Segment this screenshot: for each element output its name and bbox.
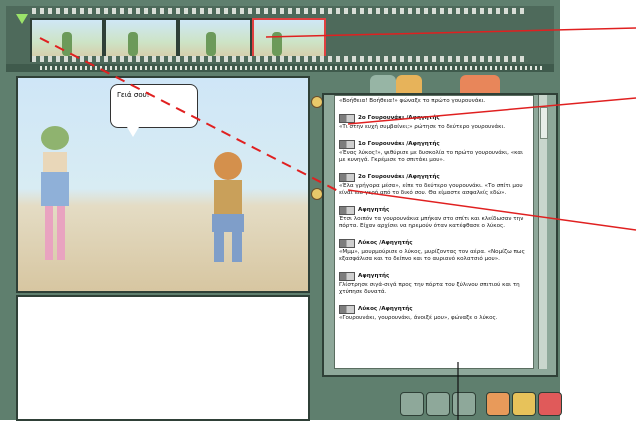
scene-stage[interactable]: Γειά σου!: [16, 76, 310, 293]
story-entry[interactable]: Λύκος /Αφηγητής «Μμμ», μουρμούρισε ο λύκ…: [339, 239, 529, 263]
story-entry[interactable]: 2ο Γουρουνάκι /Αφηγητής «Έλα γρήγορα μέσ…: [339, 173, 529, 197]
speaker-icon[interactable]: [339, 206, 355, 215]
story-entry-text: «Ένας λύκος!», ψιθύρισε με δυσκολία το π…: [339, 150, 523, 163]
speaker-icon[interactable]: [339, 140, 355, 149]
story-entry[interactable]: Αφηγητής Γλίστρησε σιγά-σιγά προς την πό…: [339, 272, 529, 296]
speech-bubble[interactable]: Γειά σου!: [110, 84, 198, 137]
story-entry[interactable]: «Βοήθεια! Βοήθεια!» φώναξε το πρώτο γουρ…: [339, 98, 529, 105]
story-entry-text: «Έλα γρήγορα μέσα», είπε το δεύτερο γουρ…: [339, 183, 523, 196]
speech-bubble-text: Γειά σου!: [117, 91, 150, 99]
story-entry-title: 2ο Γουρουνάκι /Αφηγητής: [358, 174, 440, 180]
speaker-icon[interactable]: [339, 305, 355, 314]
story-entry-text: «Γουρουνάκι, γουρουνάκι, άνοιξέ μου», φώ…: [339, 315, 498, 321]
story-entry[interactable]: Λύκος /Αφηγητής «Γουρουνάκι, γουρουνάκι,…: [339, 305, 529, 322]
filmstrip-perforation-top: [32, 8, 524, 14]
story-entry-text: «Βοήθεια! Βοήθεια!» φώναξε το πρώτο γουρ…: [339, 98, 486, 104]
story-entry[interactable]: 2ο Γουρουνάκι /Αφηγητής «Τι στην ευχή συ…: [339, 114, 529, 131]
story-entry-title: 1ο Γουρουνάκι /Αφηγητής: [358, 141, 440, 147]
tab-folder[interactable]: [396, 75, 422, 93]
stage-side-controls: [310, 76, 323, 289]
speaker-icon[interactable]: [339, 239, 355, 248]
scroll-thumb[interactable]: [540, 107, 548, 139]
speaker-icon[interactable]: [339, 114, 355, 123]
green-pig-character[interactable]: [34, 118, 76, 268]
story-scrollbar[interactable]: [538, 95, 548, 369]
story-entry-text: «Τι στην ευχή συμβαίνει;» ρώτησε το δεύτ…: [339, 124, 506, 130]
story-entry-text: «Μμμ», μουρμούρισε ο λύκος, μυρίζοντας τ…: [339, 249, 525, 262]
speaker-icon[interactable]: [339, 272, 355, 281]
filmstrip: [6, 6, 554, 65]
storyboard-app: Γειά σου! «Βοήθεια! Βοήθεια!» φώναξε το: [0, 0, 562, 421]
story-entry-title: Αφηγητής: [358, 207, 390, 213]
notes-textbox[interactable]: [16, 295, 310, 421]
orange-button[interactable]: [486, 392, 510, 416]
speaker-icon[interactable]: [339, 173, 355, 182]
info-button[interactable]: [400, 392, 424, 416]
story-entry[interactable]: Αφηγητής Έτσι λοιπόν τα γουρουνάκια μπήκ…: [339, 206, 529, 230]
tab-1[interactable]: [370, 75, 396, 93]
bottom-toolbar: [322, 386, 562, 420]
story-entry-title: Λύκος /Αφηγητής: [358, 240, 413, 246]
story-text-panel: «Βοήθεια! Βοήθεια!» φώναξε το πρώτο γουρ…: [322, 93, 558, 377]
folder-button[interactable]: [452, 392, 476, 416]
orange-pig-character[interactable]: [198, 148, 258, 268]
story-entry-title: Λύκος /Αφηγητής: [358, 306, 413, 312]
story-entry-title: 2ο Γουρουνάκι /Αφηγητής: [358, 115, 440, 121]
filmstrip-perforation-bottom: [32, 56, 524, 62]
exit-button[interactable]: [538, 392, 562, 416]
timeline-slider[interactable]: [6, 64, 554, 72]
play-icon[interactable]: [16, 14, 28, 24]
tool-button[interactable]: [426, 392, 450, 416]
story-entry-title: Αφηγητής: [358, 273, 390, 279]
yellow-button[interactable]: [512, 392, 536, 416]
panel-tabs: [350, 75, 560, 95]
tab-open[interactable]: [460, 75, 500, 93]
story-entry[interactable]: 1ο Γουρουνάκι /Αφηγητής «Ένας λύκος!», ψ…: [339, 140, 529, 164]
story-text-list[interactable]: «Βοήθεια! Βοήθεια!» φώναξε το πρώτο γουρ…: [334, 95, 534, 369]
story-entry-text: Γλίστρησε σιγά-σιγά προς την πόρτα του ξ…: [339, 282, 520, 295]
story-entry-text: Έτσι λοιπόν τα γουρουνάκια μπήκαν στο σπ…: [339, 216, 524, 229]
